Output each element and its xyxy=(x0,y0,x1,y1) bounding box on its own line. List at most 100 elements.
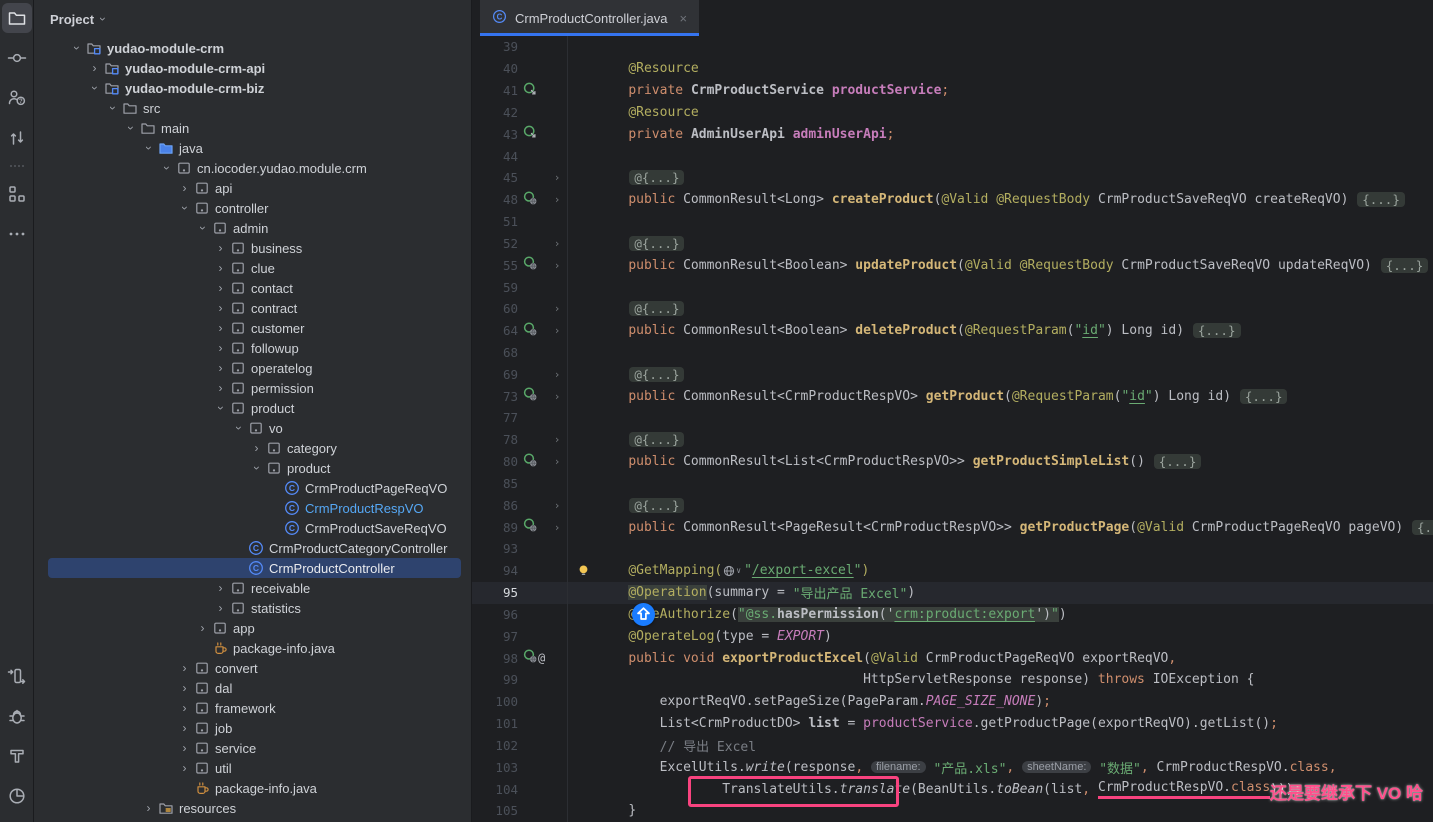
tree-item-contract[interactable]: ›contract xyxy=(34,298,471,318)
chevron-collapsed-icon[interactable]: › xyxy=(211,581,230,595)
line-number[interactable]: 100 xyxy=(472,694,518,709)
tree-item-vo[interactable]: ›vo xyxy=(34,418,471,438)
line-number[interactable]: 39 xyxy=(472,39,518,54)
tree-item-crmproductcategorycontroller[interactable]: CCrmProductCategoryController xyxy=(34,538,471,558)
tree-item-util[interactable]: ›util xyxy=(34,758,471,778)
request-mapping-gutter-icon[interactable] xyxy=(523,518,537,536)
code-line-85[interactable]: 85 xyxy=(472,473,1433,495)
chevron-collapsed-icon[interactable]: › xyxy=(211,321,230,335)
code-text[interactable]: private CrmProductService productService… xyxy=(567,80,1433,102)
code-line-64[interactable]: 64› public CommonResult<Boolean> deleteP… xyxy=(472,320,1433,342)
tree-item-yudao-module-crm-api[interactable]: ›yudao-module-crm-api xyxy=(34,58,471,78)
commit-tool-icon[interactable] xyxy=(2,43,32,73)
code-text[interactable]: @OperateLog(type = EXPORT) xyxy=(567,625,1433,647)
code-text[interactable]: List<CrmProductDO> list = productService… xyxy=(567,713,1433,735)
chevron-expanded-icon[interactable]: › xyxy=(85,81,104,95)
line-number[interactable]: 78 xyxy=(472,432,518,447)
code-line-45[interactable]: 45› @{...} xyxy=(472,167,1433,189)
chevron-expanded-icon[interactable]: › xyxy=(67,41,86,55)
spring-bean-gutter-icon[interactable] xyxy=(523,82,537,100)
code-text[interactable]: @{...} xyxy=(567,232,1433,254)
line-number[interactable]: 68 xyxy=(472,345,518,360)
chevron-expanded-icon[interactable]: › xyxy=(157,161,176,175)
services-tool-icon[interactable] xyxy=(2,661,32,691)
code-line-96[interactable]: 96 @PreAuthorize("@ss.hasPermission('crm… xyxy=(472,604,1433,626)
tree-item-yudao-module-crm[interactable]: ›yudao-module-crm xyxy=(34,38,471,58)
tree-item-convert[interactable]: ›convert xyxy=(34,658,471,678)
code-line-43[interactable]: 43 private AdminUserApi adminUserApi; xyxy=(472,123,1433,145)
code-line-69[interactable]: 69› @{...} xyxy=(472,363,1433,385)
code-text[interactable]: public CommonResult<Boolean> updateProdu… xyxy=(567,254,1433,276)
code-text[interactable]: exportReqVO.setPageSize(PageParam.PAGE_S… xyxy=(567,691,1433,713)
tree-item-package-info-java[interactable]: package-info.java xyxy=(34,778,471,798)
fold-arrow-icon[interactable]: › xyxy=(547,171,567,184)
project-tool-icon[interactable] xyxy=(2,3,32,33)
folded-code-chip[interactable]: @{...} xyxy=(629,367,684,382)
code-text[interactable]: @{...} xyxy=(567,167,1433,189)
chevron-collapsed-icon[interactable]: › xyxy=(211,261,230,275)
fold-arrow-icon[interactable]: › xyxy=(547,368,567,381)
parameter-hint[interactable]: sheetName: xyxy=(1022,761,1091,773)
code-text[interactable]: public CommonResult<CrmProductRespVO> ge… xyxy=(567,385,1433,407)
line-number[interactable]: 103 xyxy=(472,760,518,775)
code-line-41[interactable]: 41 private CrmProductService productServ… xyxy=(472,80,1433,102)
folded-code-chip[interactable]: @{...} xyxy=(629,498,684,513)
intention-bulb-icon[interactable] xyxy=(577,564,590,581)
chevron-collapsed-icon[interactable]: › xyxy=(211,381,230,395)
folded-code-chip[interactable]: {...} xyxy=(1193,323,1241,338)
code-text[interactable]: // 导出 Excel xyxy=(567,735,1433,757)
folded-code-chip[interactable]: {...} xyxy=(1381,258,1429,273)
chevron-collapsed-icon[interactable]: › xyxy=(175,701,194,715)
folded-code-chip[interactable]: {...} xyxy=(1240,389,1288,404)
code-line-77[interactable]: 77 xyxy=(472,407,1433,429)
code-text[interactable]: public CommonResult<Long> createProduct(… xyxy=(567,189,1433,211)
branches-tool-icon[interactable] xyxy=(2,123,32,153)
request-mapping-gutter-icon[interactable] xyxy=(523,387,537,405)
chevron-collapsed-icon[interactable]: › xyxy=(175,741,194,755)
code-text[interactable]: @{...} xyxy=(567,429,1433,451)
tree-item-package-info-java[interactable]: package-info.java xyxy=(34,638,471,658)
folded-code-chip[interactable]: @{...} xyxy=(629,301,684,316)
line-number[interactable]: 77 xyxy=(472,410,518,425)
code-editor[interactable]: 3940 @Resource41 private CrmProductServi… xyxy=(472,36,1433,822)
line-number[interactable]: 40 xyxy=(472,61,518,76)
line-number[interactable]: 41 xyxy=(472,83,518,98)
tree-item-job[interactable]: ›job xyxy=(34,718,471,738)
chevron-collapsed-icon[interactable]: › xyxy=(85,61,104,75)
code-line-60[interactable]: 60› @{...} xyxy=(472,298,1433,320)
code-text[interactable]: @Operation(summary = "导出产品 Excel") xyxy=(567,582,1433,604)
tree-item-api[interactable]: ›api xyxy=(34,178,471,198)
line-number[interactable]: 42 xyxy=(472,105,518,120)
tree-item-crmproductpagereqvo[interactable]: CCrmProductPageReqVO xyxy=(34,478,471,498)
line-number[interactable]: 96 xyxy=(472,607,518,622)
code-line-99[interactable]: 99 HttpServletResponse response) throws … xyxy=(472,669,1433,691)
code-line-89[interactable]: 89› public CommonResult<PageResult<CrmPr… xyxy=(472,516,1433,538)
code-line-78[interactable]: 78› @{...} xyxy=(472,429,1433,451)
line-number[interactable]: 98 xyxy=(472,651,518,666)
code-line-95[interactable]: 95 @Operation(summary = "导出产品 Excel") xyxy=(472,582,1433,604)
fold-arrow-icon[interactable]: › xyxy=(547,390,567,403)
code-text[interactable]: @{...} xyxy=(567,363,1433,385)
request-mapping-gutter-icon[interactable] xyxy=(523,191,537,209)
line-number[interactable]: 95 xyxy=(472,585,518,600)
tree-item-crmproductrespvo[interactable]: CCrmProductRespVO xyxy=(34,498,471,518)
fold-arrow-icon[interactable]: › xyxy=(547,455,567,468)
chevron-collapsed-icon[interactable]: › xyxy=(175,761,194,775)
project-panel-header[interactable]: Project › xyxy=(34,0,471,38)
line-number[interactable]: 93 xyxy=(472,541,518,556)
tree-item-category[interactable]: ›category xyxy=(34,438,471,458)
tree-item-receivable[interactable]: ›receivable xyxy=(34,578,471,598)
code-line-51[interactable]: 51 xyxy=(472,211,1433,233)
tree-item-permission[interactable]: ›permission xyxy=(34,378,471,398)
tree-item-yudao-module-crm-biz[interactable]: ›yudao-module-crm-biz xyxy=(34,78,471,98)
code-line-68[interactable]: 68 xyxy=(472,342,1433,364)
code-line-94[interactable]: 94 @GetMapping(∨"/export-excel") xyxy=(472,560,1433,582)
request-mapping-gutter-icon[interactable] xyxy=(523,453,537,471)
code-line-44[interactable]: 44 xyxy=(472,145,1433,167)
line-number[interactable]: 94 xyxy=(472,563,518,578)
chevron-expanded-icon[interactable]: › xyxy=(121,121,140,135)
code-text[interactable]: ExcelUtils.write(response, filename: "产品… xyxy=(567,756,1433,778)
pull-requests-tool-icon[interactable]: ? xyxy=(2,83,32,113)
code-line-39[interactable]: 39 xyxy=(472,36,1433,58)
fold-arrow-icon[interactable]: › xyxy=(547,259,567,272)
